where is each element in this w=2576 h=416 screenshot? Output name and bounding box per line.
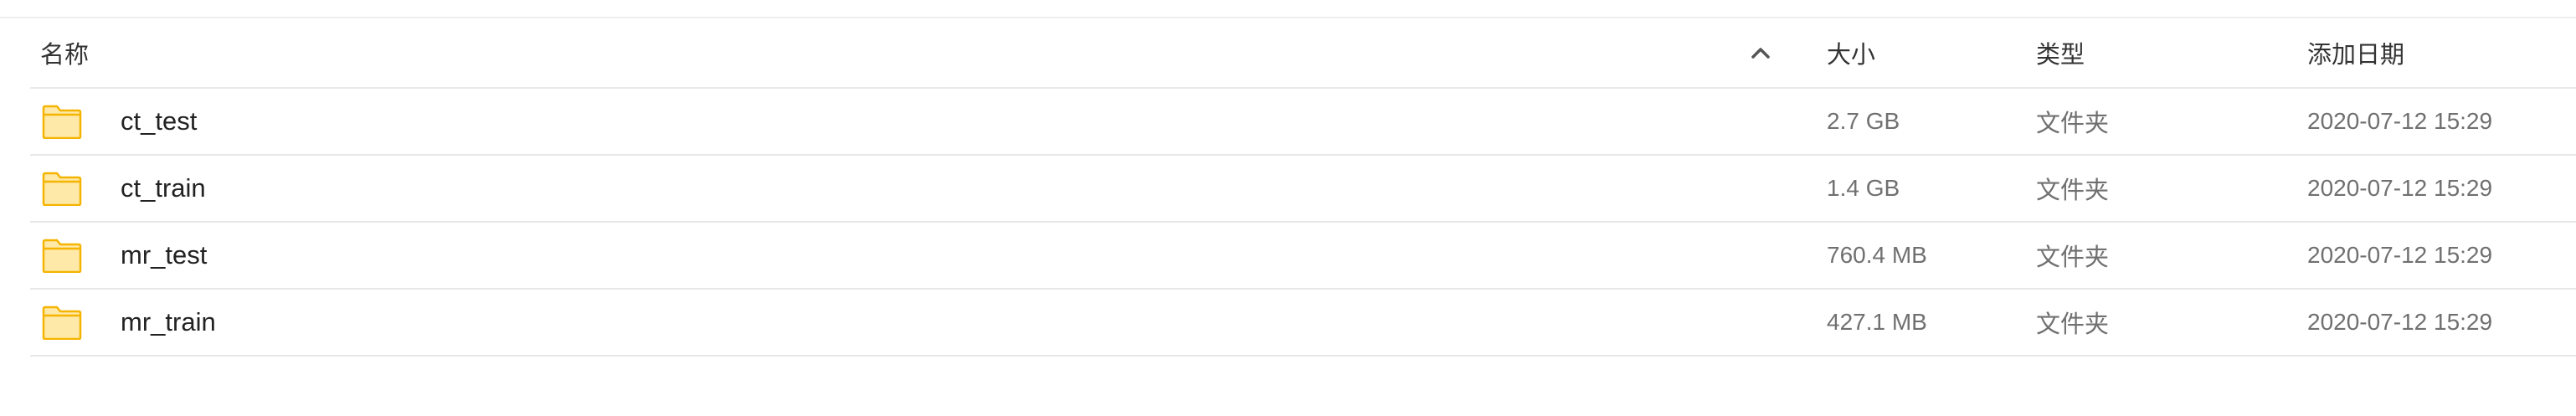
- folder-icon: [42, 89, 82, 154]
- column-header-name[interactable]: 名称: [40, 18, 89, 87]
- file-size: 760.4 MB: [1827, 242, 1927, 268]
- file-date: 2020-07-12 15:29: [2307, 108, 2493, 134]
- column-header-date[interactable]: 添加日期: [2307, 18, 2404, 87]
- file-size: 427.1 MB: [1827, 309, 1927, 335]
- column-header-type[interactable]: 类型: [2036, 18, 2085, 87]
- table-row[interactable]: ct_test 2.7 GB 文件夹 2020-07-12 15:29: [30, 89, 2576, 156]
- file-list-table: 名称 大小 类型 添加日期 ct_test 2.7 GB 文件夹 2020-07…: [30, 18, 2576, 357]
- file-name[interactable]: mr_train: [121, 290, 216, 355]
- file-date: 2020-07-12 15:29: [2307, 175, 2493, 201]
- file-name[interactable]: ct_test: [121, 89, 197, 154]
- folder-icon: [42, 223, 82, 288]
- file-date: 2020-07-12 15:29: [2307, 242, 2493, 268]
- file-type: 文件夹: [2036, 311, 2110, 338]
- folder-icon: [42, 156, 82, 221]
- folder-icon: [42, 290, 82, 355]
- file-type: 文件夹: [2036, 110, 2110, 137]
- file-type: 文件夹: [2036, 244, 2110, 271]
- file-date: 2020-07-12 15:29: [2307, 309, 2493, 335]
- chevron-up-icon[interactable]: [1751, 18, 1770, 87]
- file-type: 文件夹: [2036, 177, 2110, 204]
- table-header: 名称 大小 类型 添加日期: [30, 18, 2576, 89]
- table-row[interactable]: mr_test 760.4 MB 文件夹 2020-07-12 15:29: [30, 223, 2576, 290]
- file-size: 1.4 GB: [1827, 175, 1900, 201]
- column-header-size[interactable]: 大小: [1827, 18, 1875, 87]
- table-row[interactable]: ct_train 1.4 GB 文件夹 2020-07-12 15:29: [30, 156, 2576, 223]
- file-size: 2.7 GB: [1827, 108, 1900, 134]
- file-name[interactable]: ct_train: [121, 156, 206, 221]
- file-name[interactable]: mr_test: [121, 223, 207, 288]
- table-row[interactable]: mr_train 427.1 MB 文件夹 2020-07-12 15:29: [30, 290, 2576, 357]
